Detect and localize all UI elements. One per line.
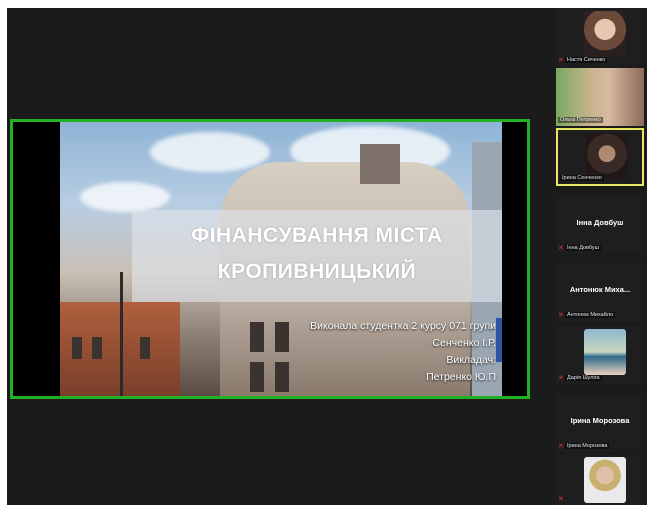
participant-nametag: ✕ Антонюк Михайло bbox=[558, 310, 616, 320]
participant-tile[interactable]: ✕ Дарія Шуліга bbox=[556, 326, 644, 384]
window-shape bbox=[250, 362, 264, 392]
credit-line: Сенченко І.Р. bbox=[432, 337, 496, 349]
street-pole bbox=[120, 272, 123, 396]
slide-title: ФІНАНСУВАННЯ МІСТА КРОПИВНИЦЬКИЙ bbox=[132, 218, 502, 290]
slide-credits: Виконала студентка 2 курсу 071 групи Сен… bbox=[310, 318, 496, 386]
window-shape bbox=[140, 337, 150, 359]
participant-nametag: ✕ bbox=[558, 494, 569, 504]
mic-muted-icon: ✕ bbox=[558, 56, 564, 64]
participant-tile[interactable]: ✕ Настя Сиченко bbox=[556, 8, 644, 66]
participant-tile[interactable]: Ольга Петренко bbox=[556, 68, 644, 126]
participant-name: Ірина Морозова bbox=[565, 443, 610, 449]
participant-display-name: Антонюк Миха... bbox=[569, 285, 631, 294]
window-shape bbox=[250, 322, 264, 352]
credit-line: Виконала студентка 2 курсу 071 групи bbox=[310, 320, 496, 332]
participant-nametag: ✕ Дарія Шуліга bbox=[558, 373, 602, 383]
window-shape bbox=[72, 337, 82, 359]
participant-name: Інна Довбуш bbox=[565, 245, 602, 251]
credit-line: Петренко Ю.П bbox=[426, 371, 496, 383]
participant-tile[interactable]: Антонюк Миха... ✕ Антонюк Михайло bbox=[556, 263, 644, 321]
building-tower bbox=[360, 144, 400, 184]
participant-nametag: ✕ Настя Сиченко bbox=[558, 55, 608, 65]
participant-gallery[interactable]: ✕ Настя Сиченко Ольга Петренко Ірина Сен… bbox=[556, 8, 647, 505]
participant-name: Дарія Шуліга bbox=[565, 375, 602, 381]
accent-bar bbox=[496, 318, 502, 362]
participant-video bbox=[584, 457, 626, 503]
participant-video bbox=[584, 11, 626, 57]
mic-muted-icon: ✕ bbox=[558, 244, 564, 252]
window-shape bbox=[92, 337, 102, 359]
participant-tile-active[interactable]: Ірина Сенченко bbox=[556, 128, 644, 186]
window-shape bbox=[275, 322, 289, 352]
mic-muted-icon: ✕ bbox=[558, 374, 564, 382]
participant-display-name: Інна Довбуш bbox=[576, 218, 624, 227]
participant-tile[interactable]: Інна Довбуш ✕ Інна Довбуш bbox=[556, 196, 644, 254]
slide-title-line: КРОПИВНИЦЬКИЙ bbox=[217, 260, 417, 283]
participant-video bbox=[584, 329, 626, 375]
mic-muted-icon: ✕ bbox=[558, 311, 564, 319]
participant-name: Ольга Петренко bbox=[558, 117, 603, 123]
shared-screen[interactable]: ФІНАНСУВАННЯ МІСТА КРОПИВНИЦЬКИЙ Виконал… bbox=[10, 119, 530, 399]
participant-nametag: Ірина Сенченко bbox=[560, 173, 604, 183]
meeting-window: ФІНАНСУВАННЯ МІСТА КРОПИВНИЦЬКИЙ Виконал… bbox=[7, 8, 647, 505]
mic-muted-icon: ✕ bbox=[558, 442, 564, 450]
participant-tile[interactable]: Ірина Морозова ✕ Ірина Морозова bbox=[556, 394, 644, 452]
presentation-slide: ФІНАНСУВАННЯ МІСТА КРОПИВНИЦЬКИЙ Виконал… bbox=[60, 122, 502, 396]
window-shape bbox=[275, 362, 289, 392]
participant-name: Антонюк Михайло bbox=[565, 312, 616, 318]
cloud-shape bbox=[150, 132, 270, 172]
participant-nametag: ✕ Ірина Морозова bbox=[558, 441, 610, 451]
participant-nametag: ✕ Інна Довбуш bbox=[558, 243, 602, 253]
credit-line: Викладач: bbox=[446, 354, 496, 366]
mic-muted-icon: ✕ bbox=[558, 495, 564, 503]
participant-name: Настя Сиченко bbox=[565, 57, 608, 63]
slide-title-line: ФІНАНСУВАННЯ МІСТА bbox=[191, 224, 443, 247]
participant-tile[interactable]: ✕ bbox=[556, 454, 644, 505]
cloud-shape bbox=[80, 182, 170, 212]
participant-name: Ірина Сенченко bbox=[560, 175, 604, 181]
participant-nametag: Ольга Петренко bbox=[558, 115, 603, 125]
participant-display-name: Ірина Морозова bbox=[570, 416, 630, 425]
